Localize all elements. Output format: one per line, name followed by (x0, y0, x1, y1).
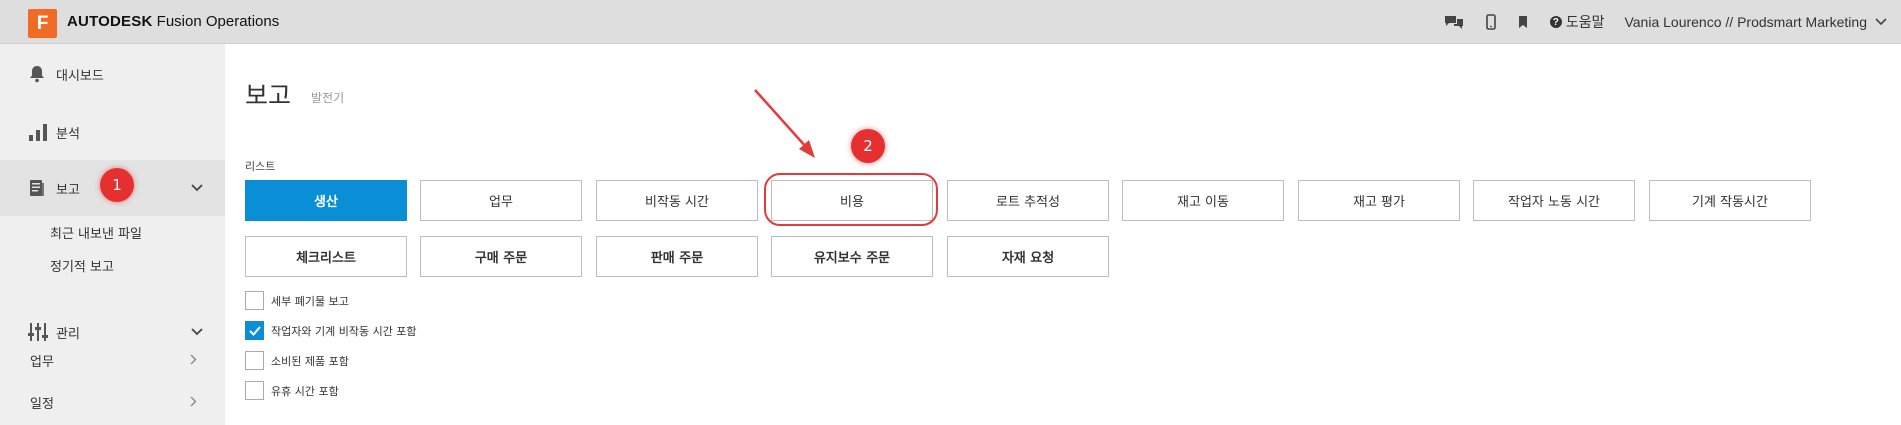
sidebar-item-label: 대시보드 (56, 68, 104, 84)
section-label: 리스트 (245, 160, 276, 173)
top-right-controls: ? 도움말 Vania Lourenco // Prodsmart Market… (1444, 0, 1887, 44)
checkbox-row-consumed-products[interactable]: 소비된 제품 포함 (245, 351, 349, 370)
sidebar-subitem-recent-exports[interactable]: 최근 내보낸 파일 (50, 223, 142, 242)
sidebar-item-dashboard[interactable]: 대시보드 (0, 46, 225, 102)
checkbox-row-include-downtime[interactable]: 작업자와 기계 비작동 시간 포함 (245, 321, 417, 340)
top-bar: F AUTODESK Fusion Operations ? 도움말 Vania… (0, 0, 1901, 44)
chevron-down-icon[interactable] (1875, 18, 1887, 26)
document-icon (28, 179, 46, 197)
brand-name: AUTODESK Fusion Operations (67, 13, 279, 30)
sidebar: 대시보드 분석 보고 최근 내보낸 파일 정기적 보고 관리 업무 일정 (0, 44, 225, 425)
fusion-logo[interactable]: F (28, 9, 57, 38)
annotation-arrow-icon (754, 89, 815, 158)
help-label: 도움말 (1565, 15, 1605, 31)
report-button-production[interactable]: 생산 (245, 180, 407, 221)
help-link[interactable]: ? 도움말 (1549, 12, 1605, 32)
page-subtitle: 발전기 (311, 91, 345, 105)
checkbox-label: 작업자와 기계 비작동 시간 포함 (271, 324, 417, 338)
chevron-right-icon[interactable] (190, 396, 197, 407)
report-button-stock-valuation[interactable]: 재고 평가 (1298, 180, 1460, 221)
checkbox[interactable] (245, 381, 264, 400)
sidebar-subitem-scheduled-reports[interactable]: 정기적 보고 (50, 256, 114, 275)
chat-icon[interactable] (1444, 14, 1464, 30)
sidebar-item-schedule[interactable]: 일정 (30, 393, 54, 412)
checkbox-label: 유휴 시간 포함 (271, 384, 339, 398)
checkbox[interactable] (245, 291, 264, 310)
bell-icon (28, 65, 46, 83)
checkbox-label: 소비된 제품 포함 (271, 354, 349, 368)
bar-chart-icon (28, 122, 48, 142)
mobile-icon[interactable] (1486, 14, 1496, 30)
sidebar-item-manage[interactable]: 관리 (0, 312, 225, 352)
report-button-downtime[interactable]: 비작동 시간 (596, 180, 758, 221)
sidebar-item-analysis[interactable]: 분석 (0, 104, 225, 160)
checkbox-row-detailed-waste[interactable]: 세부 폐기물 보고 (245, 291, 349, 310)
annotation-highlight-cost (764, 173, 938, 226)
sidebar-item-label: 분석 (56, 126, 80, 142)
report-button-sales-orders[interactable]: 판매 주문 (596, 236, 758, 277)
page-title: 보고 (245, 81, 292, 110)
checkbox-checked[interactable] (245, 321, 264, 340)
report-button-machine-uptime[interactable]: 기계 작동시간 (1649, 180, 1811, 221)
chevron-right-icon[interactable] (190, 354, 197, 365)
report-button-stock-movement[interactable]: 재고 이동 (1122, 180, 1284, 221)
annotation-badge-2: 2 (851, 129, 885, 163)
brand-autodesk: AUTODESK (67, 13, 153, 30)
user-menu[interactable]: Vania Lourenco // Prodsmart Marketing (1624, 14, 1867, 30)
sidebar-item-label: 관리 (56, 326, 80, 342)
report-button-maintenance-orders[interactable]: 유지보수 주문 (771, 236, 933, 277)
report-button-material-requests[interactable]: 자재 요청 (947, 236, 1109, 277)
report-button-purchase-orders[interactable]: 구매 주문 (420, 236, 582, 277)
user-label: Vania Lourenco // Prodsmart Marketing (1624, 14, 1867, 30)
checkbox[interactable] (245, 351, 264, 370)
report-button-worker-labor-time[interactable]: 작업자 노동 시간 (1473, 180, 1635, 221)
report-button-checklist[interactable]: 체크리스트 (245, 236, 407, 277)
bookmark-icon[interactable] (1518, 15, 1528, 29)
help-icon: ? (1549, 16, 1562, 28)
checkmark-icon (248, 325, 261, 336)
chevron-down-icon[interactable] (191, 328, 203, 336)
checkbox-row-idle-time[interactable]: 유휴 시간 포함 (245, 381, 339, 400)
report-button-lot-traceability[interactable]: 로트 추적성 (947, 180, 1109, 221)
sliders-icon (28, 322, 48, 342)
sidebar-item-label: 보고 (56, 182, 80, 198)
report-button-work[interactable]: 업무 (420, 180, 582, 221)
brand-product: Fusion Operations (156, 13, 280, 30)
sidebar-item-work[interactable]: 업무 (30, 351, 54, 370)
chevron-down-icon[interactable] (191, 184, 203, 192)
annotation-badge-1: 1 (100, 168, 134, 202)
checkbox-label: 세부 폐기물 보고 (271, 294, 349, 308)
